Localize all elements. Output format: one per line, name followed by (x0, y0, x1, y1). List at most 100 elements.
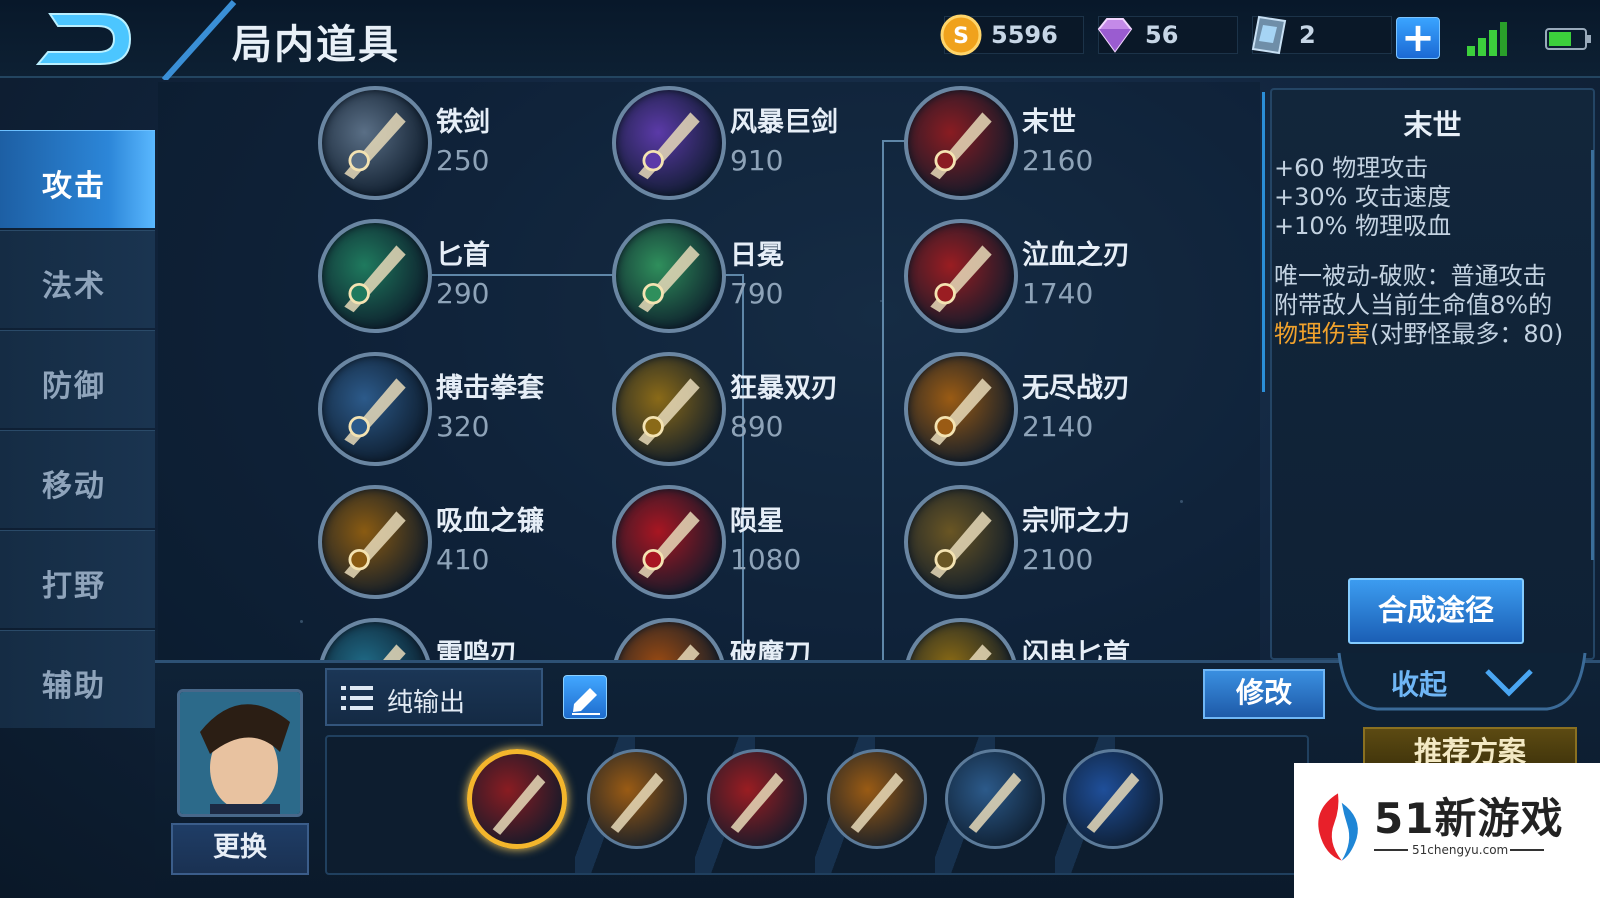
dagger-icon (318, 219, 432, 333)
item-name: 雷鸣刃 (436, 639, 517, 660)
modify-build-button[interactable]: 修改 (1203, 669, 1325, 719)
tab-label: 打野 (42, 569, 106, 604)
corona-axe-icon (612, 219, 726, 333)
item-name: 破魔刀 (730, 639, 811, 660)
equipment-slot-infinity-edge-icon[interactable] (827, 749, 927, 849)
tab-label: 辅助 (42, 669, 106, 704)
tab-label: 移动 (42, 469, 106, 504)
tab-label: 法术 (42, 269, 106, 304)
item-name: 匕首 (436, 240, 490, 271)
item-card[interactable]: 泣血之刃 1740 (904, 219, 1194, 339)
item-card[interactable]: 狂暴双刃 890 (612, 352, 902, 472)
tab-label: 攻击 (42, 169, 106, 204)
item-name: 搏击拳套 (436, 373, 544, 404)
back-icon[interactable] (20, 6, 138, 72)
item-price: 2160 (1022, 144, 1094, 177)
equipment-slot-bow-icon[interactable] (945, 749, 1045, 849)
watermark-rule (1374, 849, 1408, 851)
voucher-counter: 2 (1251, 15, 1392, 55)
compose-path-button[interactable]: 合成途径 (1348, 578, 1524, 644)
demon-breaker-icon (612, 618, 726, 660)
item-price: 1740 (1022, 277, 1094, 310)
item-list-scrollbar[interactable] (1262, 92, 1265, 392)
page-title: 局内道具 (232, 22, 400, 68)
tab-attack[interactable]: 攻击 (0, 130, 155, 228)
item-card[interactable]: 末世 2160 (904, 86, 1194, 206)
item-name: 铁剑 (436, 107, 490, 138)
item-name: 闪电匕首 (1022, 639, 1130, 660)
master-power-icon (904, 485, 1018, 599)
build-plan-name: 纯输出 (387, 688, 466, 718)
detail-stat: +10% 物理吸血 (1274, 212, 1452, 240)
thunder-blade-icon (318, 618, 432, 660)
tab-defense[interactable]: 防御 (0, 330, 155, 428)
detail-scrollbar[interactable] (1591, 150, 1594, 560)
vampire-scythe-icon (318, 485, 432, 599)
equipment-slot-armor-icon[interactable] (1063, 749, 1163, 849)
item-grid: 铁剑 250 风暴巨剑 910 末世 2160 匕首 290 日冕 790 泣血之刃 1740 搏击拳套… (158, 82, 1260, 660)
item-card[interactable]: 雷鸣刃 (318, 618, 608, 660)
header-divider-icon (161, 0, 237, 80)
meteor-gem-icon (612, 485, 726, 599)
tab-support[interactable]: 辅助 (0, 630, 155, 728)
tab-jungle[interactable]: 打野 (0, 530, 155, 628)
item-card[interactable]: 吸血之镰 410 (318, 485, 608, 605)
item-card[interactable]: 闪电匕首 (904, 618, 1194, 660)
item-price: 410 (436, 543, 490, 576)
item-card[interactable]: 搏击拳套 320 (318, 352, 608, 472)
equipment-slot-doomsday-blade-icon[interactable] (467, 749, 567, 849)
item-card[interactable]: 铁剑 250 (318, 86, 608, 206)
tab-movement[interactable]: 移动 (0, 430, 155, 528)
item-price: 1080 (730, 543, 802, 576)
item-price: 320 (436, 410, 490, 443)
item-price: 250 (436, 144, 490, 177)
recharge-plus-button[interactable]: + (1396, 17, 1440, 59)
item-name: 泣血之刃 (1022, 240, 1130, 271)
top-bar: 局内道具 S 5596 56 2 + (0, 0, 1600, 80)
diamond-counter: 56 (1097, 16, 1238, 54)
tab-magic[interactable]: 法术 (0, 230, 155, 328)
category-sidebar: 攻击 法术 防御 移动 打野 辅助 (0, 90, 155, 898)
item-card[interactable]: 破魔刀 (612, 618, 902, 660)
equipment-slot-bloodweep-blade-icon[interactable] (707, 749, 807, 849)
item-price: 910 (730, 144, 784, 177)
tab-label: 防御 (42, 369, 106, 404)
item-card[interactable]: 日冕 790 (612, 219, 902, 339)
svg-text:S: S (953, 24, 969, 49)
item-price: 2100 (1022, 543, 1094, 576)
sword-icon (318, 86, 432, 200)
item-card[interactable]: 无尽战刃 2140 (904, 352, 1194, 472)
detail-passive-highlight: 物理伤害 (1274, 320, 1370, 348)
swap-hero-button[interactable]: 更换 (171, 823, 309, 875)
item-card[interactable]: 宗师之力 2100 (904, 485, 1194, 605)
detail-passive-line: 物理伤害(对野怪最多：80) (1274, 320, 1563, 349)
battery-icon (1545, 28, 1591, 50)
voucher-value: 2 (1299, 21, 1316, 49)
item-name: 吸血之镰 (436, 506, 544, 537)
item-name: 宗师之力 (1022, 506, 1130, 537)
equipment-slot-boots-icon[interactable] (587, 749, 687, 849)
gold-counter: S 5596 (940, 14, 1084, 56)
collapse-frame-icon (1337, 652, 1587, 711)
pencil-icon (572, 688, 600, 715)
item-card[interactable]: 陨星 1080 (612, 485, 902, 605)
item-price: 890 (730, 410, 784, 443)
collapse-label: 收起 (1391, 668, 1448, 701)
lightning-dagger-icon (904, 618, 1018, 660)
collapse-button[interactable]: 收起 (1337, 649, 1587, 719)
detail-passive-rest: (对野怪最多：80) (1370, 320, 1564, 348)
bloodweep-blade-icon (904, 219, 1018, 333)
doomsday-blade-icon (904, 86, 1018, 200)
item-name: 陨星 (730, 506, 784, 537)
item-name: 无尽战刃 (1022, 373, 1130, 404)
build-plan-selector[interactable]: 纯输出 (325, 668, 543, 726)
equipment-slots (325, 735, 1309, 875)
watermark-text: 51新游戏 (1374, 794, 1564, 843)
gold-value: 5596 (991, 21, 1058, 49)
hero-avatar[interactable] (177, 689, 303, 817)
item-card[interactable]: 匕首 290 (318, 219, 608, 339)
gold-coin-icon: S (940, 14, 982, 56)
rename-plan-button[interactable] (563, 675, 607, 719)
item-name: 日冕 (730, 240, 784, 271)
item-card[interactable]: 风暴巨剑 910 (612, 86, 902, 206)
